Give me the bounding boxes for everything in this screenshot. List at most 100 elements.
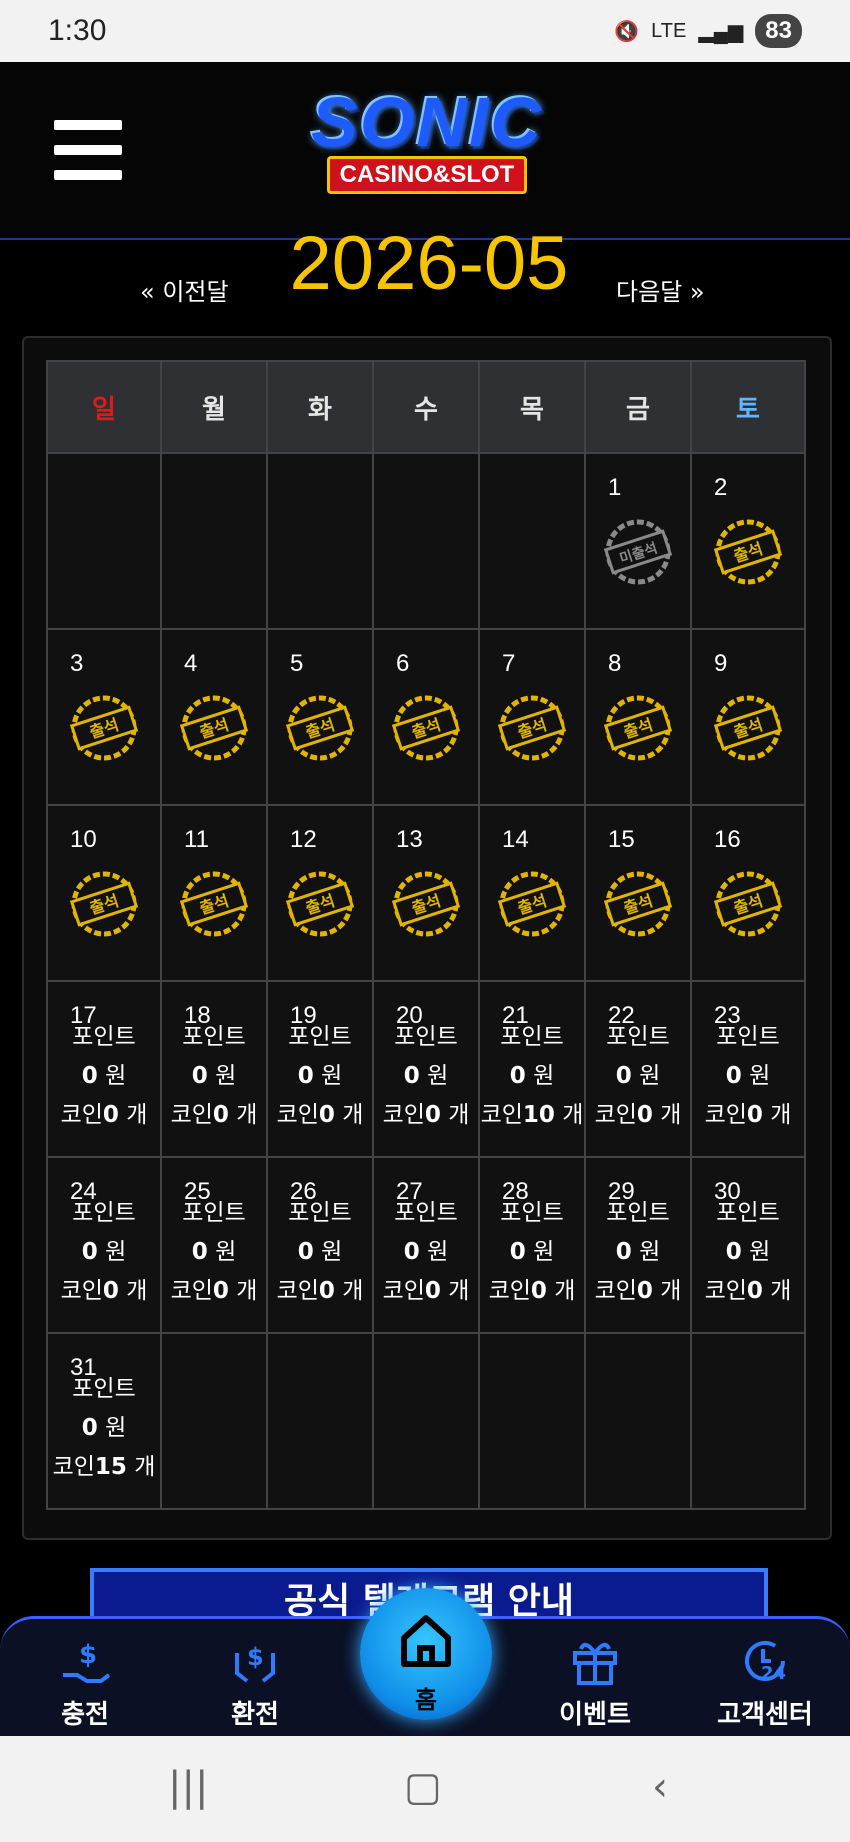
daily-reward: 포인트 0 원 코인0 개 (268, 1194, 372, 1311)
calendar-day[interactable]: 16 출석 (690, 804, 806, 982)
calendar-day[interactable]: 29 포인트 0 원 코인0 개 (584, 1156, 692, 1334)
calendar-day (478, 1332, 586, 1510)
calendar-day[interactable]: 10 출석 (46, 804, 162, 982)
day-number: 10 (70, 826, 97, 853)
nav-event-label: 이벤트 (559, 1700, 631, 1730)
point-label: 포인트 (288, 1200, 352, 1226)
calendar-day[interactable]: 26 포인트 0 원 코인0 개 (266, 1156, 374, 1334)
calendar-day[interactable]: 15 출석 (584, 804, 692, 982)
attendance-stamp-icon: 출석 (496, 868, 568, 940)
nav-event[interactable]: 이벤트 (530, 1627, 660, 1737)
calendar-day[interactable]: 3 출석 (46, 628, 162, 806)
calendar-day[interactable]: 9 출석 (690, 628, 806, 806)
calendar-day[interactable]: 20 포인트 0 원 코인0 개 (372, 980, 480, 1158)
day-number: 3 (70, 650, 84, 677)
attendance-stamp-icon: 출석 (712, 516, 784, 588)
nav-support[interactable]: 24 고객센터 (700, 1627, 830, 1737)
back-icon[interactable]: ‹ (652, 1764, 668, 1810)
home-icon (401, 1615, 451, 1667)
calendar-day[interactable]: 21 포인트 0 원 코인10 개 (478, 980, 586, 1158)
calendar-day (266, 452, 374, 630)
system-navigation-bar: ||| ▢ ‹ (0, 1736, 850, 1842)
point-value: 0 원 (81, 1063, 127, 1089)
attendance-stamp-icon: 출석 (68, 692, 140, 764)
calendar-day[interactable]: 27 포인트 0 원 코인0 개 (372, 1156, 480, 1334)
month-navigation: « 이전달 2026-05 다음달 » (0, 221, 850, 334)
coin-value: 코인0 개 (704, 1102, 792, 1128)
menu-icon[interactable] (54, 120, 122, 180)
point-label: 포인트 (394, 1200, 458, 1226)
weekday-header: 화 (266, 360, 374, 454)
point-value: 0 원 (191, 1239, 237, 1265)
weekday-header: 목 (478, 360, 586, 454)
point-label: 포인트 (500, 1200, 564, 1226)
calendar-day[interactable]: 7 출석 (478, 628, 586, 806)
point-value: 0 원 (725, 1063, 771, 1089)
point-value: 0 원 (403, 1063, 449, 1089)
calendar-day[interactable]: 5 출석 (266, 628, 374, 806)
calendar-day[interactable]: 24 포인트 0 원 코인0 개 (46, 1156, 162, 1334)
daily-reward: 포인트 0 원 코인0 개 (48, 1194, 160, 1311)
attendance-calendar-panel: 일월화수목금토 1 미출석 2 출석 3 출석 4 출석 5 출석 6 출석 7 출석 8 출석 9 출석 10 출석… (22, 336, 832, 1540)
calendar-day[interactable]: 1 미출석 (584, 452, 692, 630)
calendar-day[interactable]: 22 포인트 0 원 코인0 개 (584, 980, 692, 1158)
calendar-day[interactable]: 13 출석 (372, 804, 480, 982)
attendance-stamp-icon: 출석 (712, 868, 784, 940)
calendar-day[interactable]: 2 출석 (690, 452, 806, 630)
recent-apps-icon[interactable]: ||| (168, 1764, 208, 1810)
home-system-icon[interactable]: ▢ (404, 1764, 442, 1810)
coin-value: 코인0 개 (382, 1102, 470, 1128)
calendar-day[interactable]: 28 포인트 0 원 코인0 개 (478, 1156, 586, 1334)
prev-month-link[interactable]: « 이전달 (140, 272, 229, 307)
coin-value: 코인0 개 (382, 1278, 470, 1304)
calendar-day[interactable]: 4 출석 (160, 628, 268, 806)
daily-reward: 포인트 0 원 코인0 개 (162, 1018, 266, 1135)
calendar-day[interactable]: 6 출석 (372, 628, 480, 806)
nav-deposit[interactable]: $ 충전 (20, 1627, 150, 1737)
attendance-stamp-icon: 출석 (68, 868, 140, 940)
daily-reward: 포인트 0 원 코인15 개 (48, 1370, 160, 1487)
calendar-day[interactable]: 11 출석 (160, 804, 268, 982)
calendar-day[interactable]: 30 포인트 0 원 코인0 개 (690, 1156, 806, 1334)
nav-deposit-label: 충전 (61, 1700, 109, 1730)
deposit-icon: $ (63, 1640, 111, 1683)
daily-reward: 포인트 0 원 코인0 개 (162, 1194, 266, 1311)
nav-exchange[interactable]: $ 환전 (190, 1627, 320, 1737)
calendar-day[interactable]: 14 출석 (478, 804, 586, 982)
coin-value: 코인10 개 (480, 1102, 584, 1128)
month-title: 2026-05 (289, 221, 569, 294)
mute-icon: 🔇 (614, 20, 640, 43)
nav-home[interactable]: 홈 (360, 1588, 492, 1720)
status-bar: 1:30 🔇 LTE ▂▄▆ 83 (0, 0, 850, 62)
gift-icon (573, 1642, 617, 1685)
day-number: 5 (290, 650, 304, 677)
next-month-link[interactable]: 다음달 » (616, 272, 705, 307)
daily-reward: 포인트 0 원 코인0 개 (586, 1018, 690, 1135)
point-value: 0 원 (509, 1239, 555, 1265)
point-label: 포인트 (394, 1024, 458, 1050)
calendar-day[interactable]: 19 포인트 0 원 코인0 개 (266, 980, 374, 1158)
calendar-day[interactable]: 23 포인트 0 원 코인0 개 (690, 980, 806, 1158)
calendar-day[interactable]: 17 포인트 0 원 코인0 개 (46, 980, 162, 1158)
nav-support-label: 고객센터 (717, 1700, 813, 1730)
day-number: 12 (290, 826, 317, 853)
calendar-day[interactable]: 18 포인트 0 원 코인0 개 (160, 980, 268, 1158)
battery-level: 83 (755, 14, 802, 48)
day-number: 2 (714, 474, 728, 501)
day-number: 7 (502, 650, 516, 677)
day-number: 1 (608, 474, 622, 501)
calendar-day[interactable]: 31 포인트 0 원 코인15 개 (46, 1332, 162, 1510)
daily-reward: 포인트 0 원 코인0 개 (692, 1194, 804, 1311)
calendar-day[interactable]: 25 포인트 0 원 코인0 개 (160, 1156, 268, 1334)
calendar-day (372, 452, 480, 630)
logo-sonic-text: SONIC (311, 83, 543, 161)
daily-reward: 포인트 0 원 코인0 개 (586, 1194, 690, 1311)
point-value: 0 원 (509, 1063, 555, 1089)
status-icons: 🔇 LTE ▂▄▆ 83 (614, 14, 802, 48)
calendar-day[interactable]: 12 출석 (266, 804, 374, 982)
daily-reward: 포인트 0 원코인0 개 (374, 1018, 478, 1135)
support-24-icon: 24 (745, 1640, 786, 1684)
site-logo[interactable]: SONIC CASINO&SLOT (262, 82, 592, 222)
day-number: 8 (608, 650, 622, 677)
calendar-day[interactable]: 8 출석 (584, 628, 692, 806)
